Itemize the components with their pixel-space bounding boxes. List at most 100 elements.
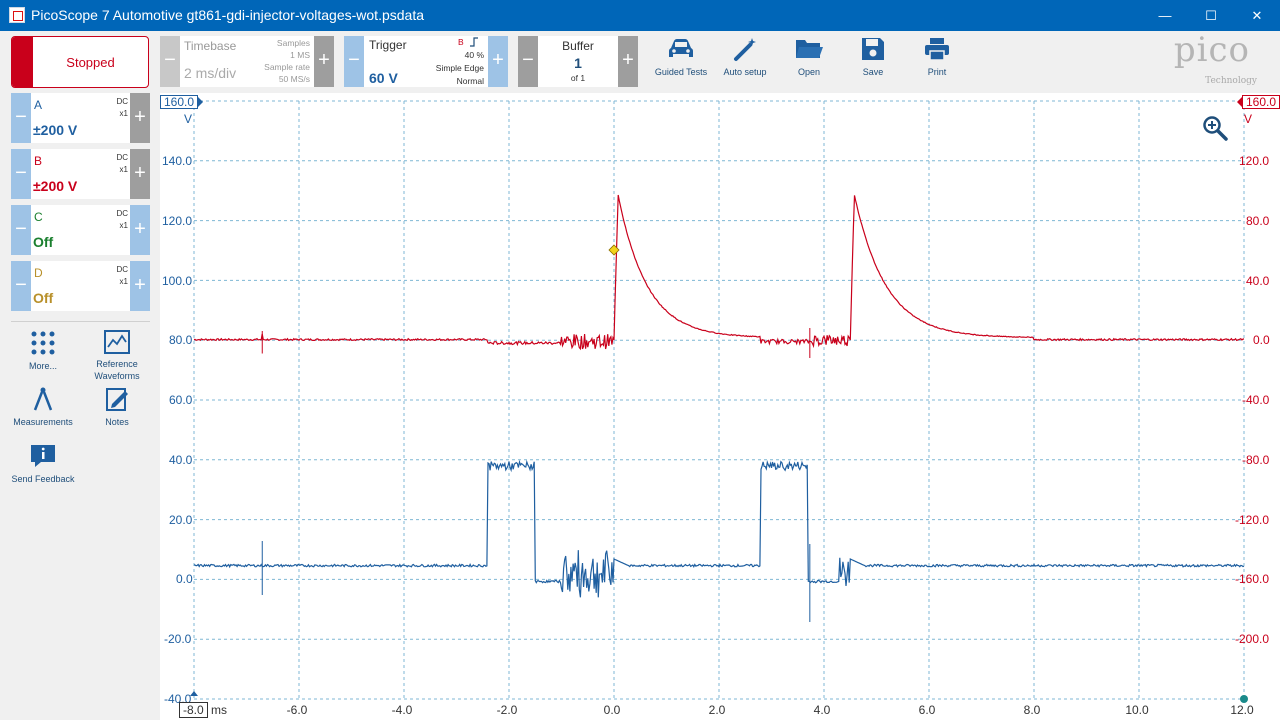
- guided-tests-button[interactable]: Guided Tests: [651, 36, 711, 86]
- app-icon: [9, 7, 25, 23]
- channel-c-control[interactable]: − C DC x1 Off +: [11, 205, 150, 255]
- buffer-decrease-button[interactable]: −: [518, 36, 538, 87]
- y-tick-right: -40.0: [1242, 393, 1270, 407]
- guided-tests-label: Guided Tests: [654, 67, 708, 77]
- channel-b-increase-button[interactable]: +: [130, 149, 150, 199]
- channel-c-name: C: [34, 210, 43, 224]
- reference-waveform-icon: [104, 330, 130, 354]
- x-tick: 4.0: [813, 703, 831, 717]
- notes-label: Notes: [105, 417, 129, 427]
- x-tick: 8.0: [1023, 703, 1041, 717]
- pico-logo: pico Technology: [1150, 30, 1264, 88]
- buffer-label: Buffer: [562, 39, 594, 53]
- trigger-decrease-button[interactable]: −: [344, 36, 364, 87]
- sample-rate-value: 50 MS/s: [278, 74, 310, 84]
- dots-grid-icon: [31, 331, 55, 355]
- oscilloscope-plot[interactable]: [160, 93, 1280, 720]
- channel-c-range: Off: [33, 234, 54, 250]
- trigger-percent: 40 %: [464, 50, 484, 60]
- save-button[interactable]: Save: [843, 36, 903, 86]
- y-tick-left: 60.0: [169, 393, 193, 407]
- x-tick: 0.0: [603, 703, 621, 717]
- channel-c-increase-button[interactable]: +: [130, 205, 150, 255]
- x-tick: -6.0: [286, 703, 308, 717]
- channel-a-control[interactable]: − A DC x1 ±200 V +: [11, 93, 150, 143]
- save-label: Save: [862, 67, 884, 77]
- channel-a-axis-unit: V: [184, 112, 193, 126]
- print-button[interactable]: Print: [907, 36, 967, 86]
- minimize-button[interactable]: —: [1142, 0, 1188, 31]
- y-tick-left: 100.0: [162, 274, 193, 288]
- channel-d-control[interactable]: − D DC x1 Off +: [11, 261, 150, 311]
- y-tick-right: 40.0: [1246, 274, 1270, 288]
- open-button[interactable]: Open: [779, 36, 839, 86]
- folder-icon: [796, 40, 823, 58]
- timebase-label: Timebase: [184, 39, 237, 53]
- channel-a-decrease-button[interactable]: −: [11, 93, 31, 143]
- channel-a-increase-button[interactable]: +: [130, 93, 150, 143]
- car-icon: [669, 39, 693, 57]
- trigger-level-value: 60 V: [369, 70, 398, 86]
- trigger-channel: B: [458, 37, 464, 47]
- y-tick-left: 120.0: [162, 214, 193, 228]
- timebase-decrease-button[interactable]: −: [160, 36, 180, 87]
- notes-icon: [106, 388, 128, 411]
- channel-a-name: A: [34, 98, 43, 112]
- x-axis-first-label[interactable]: -8.0: [179, 702, 208, 718]
- more-button[interactable]: More...: [6, 330, 80, 372]
- channel-b-decrease-button[interactable]: −: [11, 149, 31, 199]
- x-tick: 12.0: [1230, 703, 1254, 717]
- channel-b-axis-top[interactable]: 160.0: [1242, 95, 1280, 109]
- pico-logo-word: pico: [1173, 30, 1250, 70]
- sidebar-divider: [11, 321, 150, 322]
- y-tick-right: 0.0: [1253, 333, 1270, 347]
- reference-waveforms-button[interactable]: Reference Waveforms: [80, 330, 154, 382]
- channel-d-increase-button[interactable]: +: [130, 261, 150, 311]
- sample-rate-label: Sample rate: [264, 62, 310, 72]
- channel-d-coupling: DC x1: [116, 265, 128, 286]
- x-tick: 10.0: [1125, 703, 1149, 717]
- trigger-control[interactable]: − Trigger 60 V B 40 % Simple Edge Normal…: [344, 36, 508, 87]
- y-tick-right: -120.0: [1235, 513, 1270, 527]
- y-tick-left: 40.0: [169, 453, 193, 467]
- pico-logo-sub: Technology: [1205, 76, 1257, 86]
- y-tick-left: 140.0: [162, 154, 193, 168]
- measurements-button[interactable]: Measurements: [6, 386, 80, 428]
- auto-setup-button[interactable]: Auto setup: [715, 36, 775, 86]
- print-label: Print: [927, 67, 947, 77]
- zoom-in-icon[interactable]: [1202, 115, 1228, 141]
- run-stop-button[interactable]: Stopped: [11, 36, 149, 88]
- y-tick-right: -160.0: [1235, 572, 1270, 586]
- channel-b-control[interactable]: − B DC x1 ±200 V +: [11, 149, 150, 199]
- magic-wand-icon: [734, 38, 756, 61]
- timebase-control[interactable]: − Timebase 2 ms/div Samples 1 MS Sample …: [160, 36, 334, 87]
- buffer-control[interactable]: − Buffer 1 of 1 +: [518, 36, 638, 87]
- x-tick: 6.0: [918, 703, 936, 717]
- x-tick: -2.0: [496, 703, 518, 717]
- close-button[interactable]: ✕: [1234, 0, 1280, 31]
- x-tick: -4.0: [391, 703, 413, 717]
- maximize-button[interactable]: ☐: [1188, 0, 1234, 31]
- channel-b-axis-unit: V: [1244, 112, 1253, 126]
- run-stop-indicator: [12, 37, 33, 87]
- open-label: Open: [797, 67, 821, 77]
- rising-edge-icon: [470, 37, 478, 47]
- channel-a-axis-top[interactable]: 160.0: [160, 95, 199, 109]
- buffer-value: 1: [574, 55, 582, 71]
- samples-label: Samples: [276, 38, 310, 48]
- send-feedback-button[interactable]: Send Feedback: [6, 443, 80, 485]
- scope-view[interactable]: 160.0 V 160.0 V 140.0 120.0 100.0 80.0 6…: [160, 93, 1280, 720]
- trigger-increase-button[interactable]: +: [488, 36, 508, 87]
- buffer-increase-button[interactable]: +: [618, 36, 638, 87]
- channel-d-decrease-button[interactable]: −: [11, 261, 31, 311]
- x-axis-unit: ms: [211, 703, 227, 717]
- more-label: More...: [28, 361, 57, 371]
- channel-c-decrease-button[interactable]: −: [11, 205, 31, 255]
- time-ruler-handle-right: [1240, 695, 1248, 703]
- title-bar: PicoScope 7 Automotive gt861-gdi-injecto…: [0, 0, 1280, 31]
- buffer-count: of 1: [570, 73, 586, 83]
- timebase-increase-button[interactable]: +: [314, 36, 334, 87]
- samples-value: 1 MS: [290, 50, 310, 60]
- notes-button[interactable]: Notes: [80, 386, 154, 428]
- y-tick-left: 0.0: [176, 572, 193, 586]
